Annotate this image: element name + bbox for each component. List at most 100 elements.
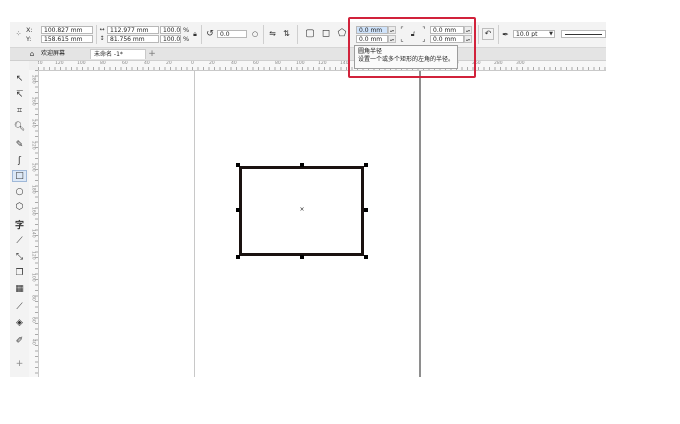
coreldraw-window: ⁘ X: Y: 100.827 mm 158.615 mm ↔ ↕ 112.97…: [10, 22, 606, 377]
separator: [96, 25, 97, 44]
ruler-tick-label: 20: [166, 61, 172, 66]
selection-handle[interactable]: [300, 255, 304, 259]
mirror-vertical-icon[interactable]: ⇅: [281, 28, 292, 39]
selection-handle[interactable]: [300, 163, 304, 167]
percent-label: %: [183, 35, 190, 43]
pick-tool-icon[interactable]: ↖: [12, 73, 27, 85]
scale-y-field[interactable]: 100.0: [160, 35, 181, 43]
tab-welcome-screen[interactable]: 欢迎屏幕: [38, 49, 90, 59]
vertical-ruler[interactable]: 280 260 240 220 200 180 160 140 120 100 …: [29, 70, 39, 377]
crop-tool-icon[interactable]: ⌗: [12, 105, 27, 117]
connector-tool-icon[interactable]: ⤡: [12, 251, 27, 263]
ruler-tick-label: 220: [30, 141, 36, 150]
object-origin-icon[interactable]: ⁘: [12, 27, 24, 41]
tab-untitled-document[interactable]: 未命名 -1*: [90, 49, 146, 59]
separator: [263, 25, 264, 44]
drop-shadow-tool-icon[interactable]: ❐: [12, 267, 27, 279]
highlight-annotation: [348, 17, 476, 78]
page-border-right: [419, 71, 421, 377]
selection-handle[interactable]: [236, 255, 240, 259]
height-icon: ↕: [99, 35, 105, 42]
eyedropper-tool-icon[interactable]: ⟋: [12, 301, 27, 313]
round-corner-icon[interactable]: ▢: [304, 28, 316, 40]
ruler-tick-label: 140: [38, 61, 43, 66]
ruler-tick-label: 40: [231, 61, 237, 66]
parallel-dimension-tool-icon[interactable]: ⟋: [12, 235, 27, 247]
width-icon: ↔: [99, 26, 105, 33]
lock-ratio-icon[interactable]: 🔒︎: [191, 30, 199, 39]
zoom-tool-icon[interactable]: 🔍︎: [12, 121, 27, 133]
ruler-tick-label: 100: [30, 273, 36, 282]
selection-handle[interactable]: [236, 163, 240, 167]
rotate-icon: ↺: [206, 28, 214, 39]
smart-fill-tool-icon[interactable]: ✐: [12, 335, 27, 347]
ruler-tick-label: 40: [144, 61, 150, 66]
y-label: Y:: [26, 35, 32, 43]
separator: [478, 25, 479, 44]
ruler-ticks: [35, 70, 38, 377]
ruler-tick-label: 80: [275, 61, 281, 66]
width-field[interactable]: 112.977 mm: [107, 26, 159, 34]
selection-handle[interactable]: [364, 163, 368, 167]
document-tab-bar: ⌂ 欢迎屏幕 未命名 -1* +: [10, 48, 606, 61]
scalloped-corner-icon[interactable]: ◻: [320, 28, 332, 40]
text-tool-icon[interactable]: 字: [12, 218, 27, 231]
freehand-tool-icon[interactable]: ✎: [12, 139, 27, 151]
ruler-tick-label: 60: [253, 61, 259, 66]
artistic-media-tool-icon[interactable]: ʃ: [12, 155, 27, 167]
separator: [498, 25, 499, 44]
center-marker-icon: ×: [299, 206, 305, 213]
ruler-tick-label: 100: [77, 61, 86, 66]
outline-pen-icon: ✒: [502, 29, 509, 39]
x-position-field[interactable]: 100.827 mm: [41, 26, 93, 34]
ruler-ticks: [38, 67, 606, 70]
ruler-tick-label: 120: [318, 61, 327, 66]
chevron-down-icon[interactable]: ▼: [547, 30, 555, 38]
transparency-tool-icon[interactable]: ▦: [12, 283, 27, 295]
selection-handle[interactable]: [364, 255, 368, 259]
ruler-tick-label: 80: [100, 61, 106, 66]
x-label: X:: [26, 26, 33, 34]
toolbox: ↖ ↸ ⌗ 🔍︎ ✎ ʃ □ ○ ⬡ 字 ⟋ ⤡ ❐ ▦ ⟋ ◈ ✐ +: [10, 61, 30, 377]
chamfered-corner-icon[interactable]: ⬠: [336, 28, 348, 40]
selection-handle[interactable]: [364, 208, 368, 212]
ruler-tick-label: 20: [209, 61, 215, 66]
line-style-preview: [565, 34, 602, 35]
rotation-center-icon: ○: [251, 29, 259, 38]
rotation-field[interactable]: 0.0: [217, 30, 247, 38]
ruler-tick-label: 280: [494, 61, 503, 66]
interactive-fill-tool-icon[interactable]: ◈: [12, 317, 27, 329]
ruler-tick-label: 160: [30, 207, 36, 216]
ruler-tick-label: 180: [30, 185, 36, 194]
page-border-left: [194, 71, 195, 377]
selection-handle[interactable]: [236, 208, 240, 212]
separator: [297, 25, 298, 44]
polygon-tool-icon[interactable]: ⬡: [12, 201, 27, 213]
home-icon[interactable]: ⌂: [28, 50, 36, 58]
ruler-tick-label: 40: [30, 339, 36, 345]
scale-x-field[interactable]: 100.0: [160, 26, 181, 34]
ruler-tick-label: 300: [516, 61, 525, 66]
property-bar: ⁘ X: Y: 100.827 mm 158.615 mm ↔ ↕ 112.97…: [10, 22, 606, 48]
shape-tool-icon[interactable]: ↸: [12, 89, 27, 101]
line-style-selector[interactable]: [561, 30, 606, 38]
ruler-tick-label: 0: [191, 61, 194, 66]
mirror-horizontal-icon[interactable]: ⇋: [267, 28, 278, 39]
ruler-tick-label: 80: [30, 295, 36, 301]
ruler-tick-label: 140: [30, 229, 36, 238]
rectangle-tool-icon[interactable]: □: [12, 170, 27, 182]
horizontal-ruler[interactable]: 140 120 100 80 60 40 20 0 20 40 60 80 10…: [38, 61, 606, 71]
y-position-field[interactable]: 158.615 mm: [41, 35, 93, 43]
add-tab-icon[interactable]: +: [147, 49, 157, 59]
ruler-tick-label: 120: [30, 251, 36, 260]
ruler-tick-label: 240: [30, 119, 36, 128]
ellipse-tool-icon[interactable]: ○: [12, 186, 27, 198]
ruler-tick-label: 280: [30, 75, 36, 84]
relative-corner-scaling-icon[interactable]: ↶: [482, 28, 494, 40]
drawing-canvas[interactable]: ×: [39, 71, 606, 377]
ruler-tick-label: 120: [55, 61, 64, 66]
height-field[interactable]: 81.756 mm: [107, 35, 159, 43]
add-tool-icon[interactable]: +: [12, 358, 27, 370]
ruler-tick-label: 200: [30, 163, 36, 172]
percent-label: %: [183, 26, 190, 34]
